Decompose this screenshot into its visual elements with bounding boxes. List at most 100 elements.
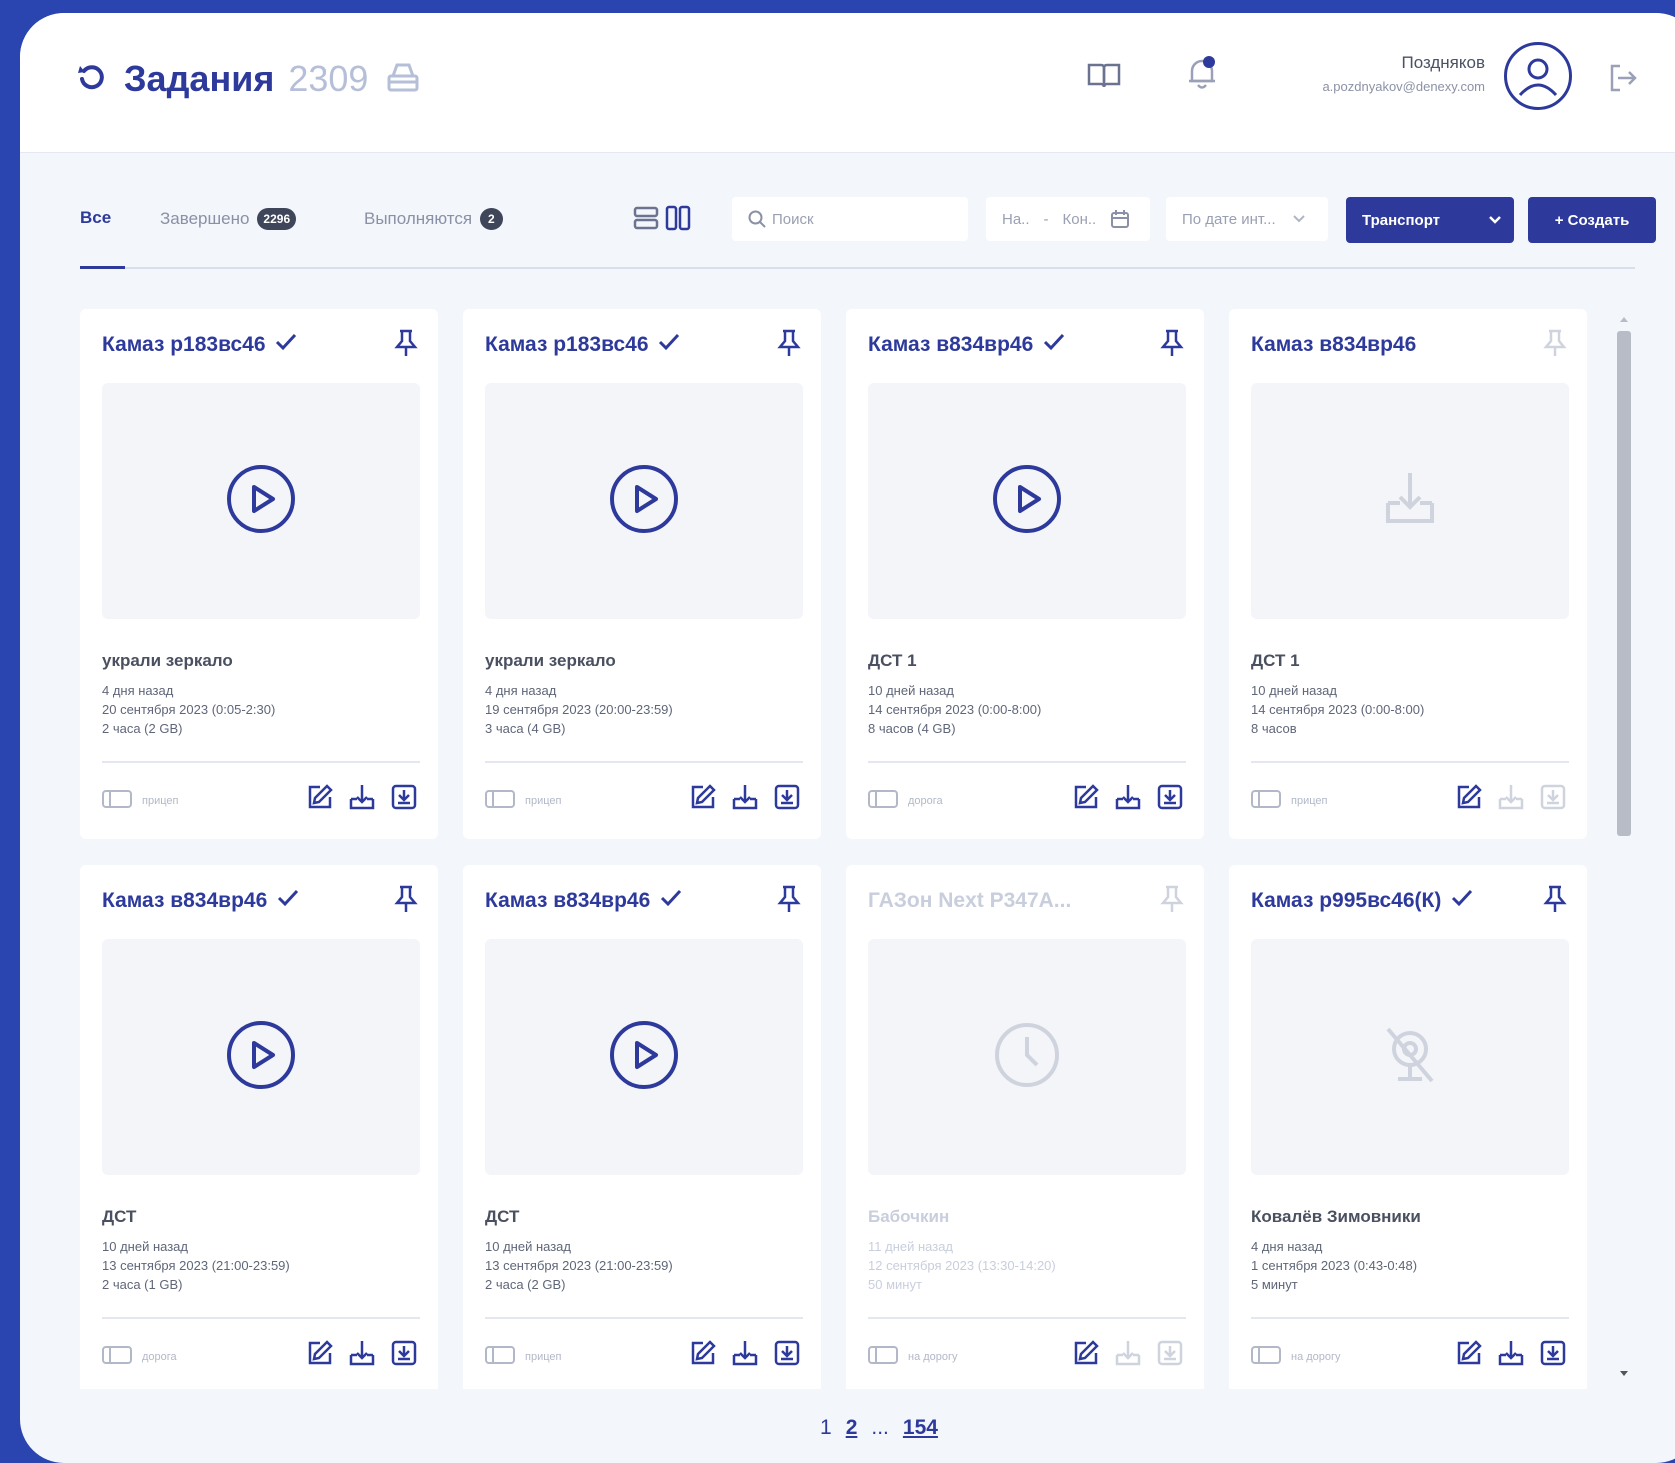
book-icon[interactable] [1087,61,1121,94]
download-icon[interactable] [1114,1339,1142,1372]
pin-icon[interactable] [394,329,418,362]
play-icon[interactable] [608,1019,680,1096]
archive-icon[interactable] [386,60,420,99]
create-button[interactable]: + Создать [1528,197,1656,243]
card-title[interactable]: Камаз в834вр46 [868,333,1065,357]
download-icon[interactable] [348,1339,376,1372]
logout-icon[interactable] [1608,63,1638,98]
edit-icon[interactable] [1455,783,1483,816]
save-icon[interactable] [1539,1339,1567,1372]
page-2[interactable]: 2 [846,1416,858,1440]
task-card[interactable]: Камаз в834вр46 ДСТ 1 10 дней назад 14 се… [1229,309,1587,839]
download-icon[interactable] [731,783,759,816]
card-tag[interactable]: прицеп [485,789,561,812]
card-ago: 10 дней назад [485,1239,571,1254]
card-tag[interactable]: прицеп [102,789,178,812]
pin-icon[interactable] [777,885,801,918]
card-thumbnail[interactable] [485,383,803,619]
sort-select[interactable]: По дате инт... [1166,197,1328,241]
card-title[interactable]: Камаз в834вр46 [102,889,299,913]
search-input[interactable]: Поиск [732,197,968,241]
tab-completed[interactable]: Завершено 2296 [160,208,297,230]
play-icon[interactable] [991,463,1063,540]
card-tag[interactable]: дорога [102,1345,177,1368]
save-icon[interactable] [773,1339,801,1372]
card-title[interactable]: Камаз р995вс46(К) [1251,889,1473,913]
task-card[interactable]: Камаз р995вс46(К) Ковалёв Зимовники 4 дн… [1229,865,1587,1389]
card-actions [1455,783,1567,816]
pin-icon[interactable] [394,885,418,918]
download-icon[interactable] [1114,783,1142,816]
pin-icon[interactable] [777,329,801,362]
download-icon[interactable] [348,783,376,816]
pin-icon[interactable] [1160,329,1184,362]
card-title[interactable]: Камаз р183вс46 [102,333,297,357]
save-icon[interactable] [1156,1339,1184,1372]
card-thumbnail[interactable] [1251,383,1569,619]
save-icon[interactable] [1539,783,1567,816]
tab-all[interactable]: Все [80,208,111,228]
pin-icon[interactable] [1160,885,1184,918]
list-view-icon[interactable] [633,205,659,236]
card-thumbnail[interactable] [1251,939,1569,1175]
edit-icon[interactable] [689,783,717,816]
edit-icon[interactable] [689,1339,717,1372]
edit-icon[interactable] [1455,1339,1483,1372]
play-icon[interactable] [608,463,680,540]
download-icon[interactable] [1497,1339,1525,1372]
date-end: Кон.. [1062,210,1097,228]
save-icon[interactable] [390,783,418,816]
card-date: 19 сентября 2023 (20:00-23:59) [485,702,673,717]
card-divider [1251,761,1569,763]
card-thumbnail[interactable] [868,939,1186,1175]
card-thumbnail[interactable] [102,939,420,1175]
play-icon[interactable] [225,1019,297,1096]
task-card[interactable]: Камаз в834вр46 ДСТ 1 10 дней назад 14 се… [846,309,1204,839]
save-icon[interactable] [390,1339,418,1372]
pin-icon[interactable] [1543,329,1567,362]
task-card[interactable]: ГАЗон Next Р347А... Бабочкин 11 дней наз… [846,865,1204,1389]
tag-icon [102,789,132,812]
card-thumbnail[interactable] [868,383,1186,619]
edit-icon[interactable] [306,1339,334,1372]
page-title: Задания [124,58,275,99]
card-title[interactable]: Камаз в834вр46 [485,889,682,913]
download-icon[interactable] [1497,783,1525,816]
transport-dropdown[interactable]: Транспорт [1346,197,1514,243]
card-title[interactable]: Камаз в834вр46 [1251,333,1416,357]
refresh-icon[interactable] [76,62,106,97]
card-tag[interactable]: на дорогу [868,1345,958,1368]
card-thumbnail[interactable] [485,939,803,1175]
card-date: 13 сентября 2023 (21:00-23:59) [102,1258,290,1273]
card-title[interactable]: Камаз р183вс46 [485,333,680,357]
tab-running[interactable]: Выполняются 2 [364,208,503,230]
edit-icon[interactable] [306,783,334,816]
card-title[interactable]: ГАЗон Next Р347А... [868,889,1071,913]
grid-view-icon[interactable] [665,205,691,236]
edit-icon[interactable] [1072,783,1100,816]
camera-off-icon [1374,1019,1446,1096]
bell-icon[interactable] [1185,55,1219,96]
task-card[interactable]: Камаз р183вс46 украли зеркало 4 дня наза… [463,309,821,839]
task-card[interactable]: Камаз в834вр46 ДСТ 10 дней назад 13 сент… [80,865,438,1389]
avatar[interactable] [1504,42,1572,110]
edit-icon[interactable] [1072,1339,1100,1372]
card-tag[interactable]: дорога [868,789,943,812]
task-card[interactable]: Камаз в834вр46 ДСТ 10 дней назад 13 сент… [463,865,821,1389]
save-icon[interactable] [1156,783,1184,816]
card-date: 20 сентября 2023 (0:05-2:30) [102,702,276,717]
scrollbar-thumb[interactable] [1617,331,1631,836]
save-icon[interactable] [773,783,801,816]
page-last[interactable]: 154 [903,1416,938,1440]
task-card[interactable]: Камаз р183вс46 украли зеркало 4 дня наза… [80,309,438,839]
play-icon[interactable] [225,463,297,540]
pin-icon[interactable] [1543,885,1567,918]
card-tag[interactable]: прицеп [1251,789,1327,812]
card-tag[interactable]: прицеп [485,1345,561,1368]
date-range-picker[interactable]: На.. - Кон.. [986,197,1150,241]
card-tag[interactable]: на дорогу [1251,1345,1341,1368]
card-thumbnail[interactable] [102,383,420,619]
download-icon[interactable] [731,1339,759,1372]
completed-count-badge: 2296 [257,208,297,230]
page-1[interactable]: 1 [820,1416,832,1440]
